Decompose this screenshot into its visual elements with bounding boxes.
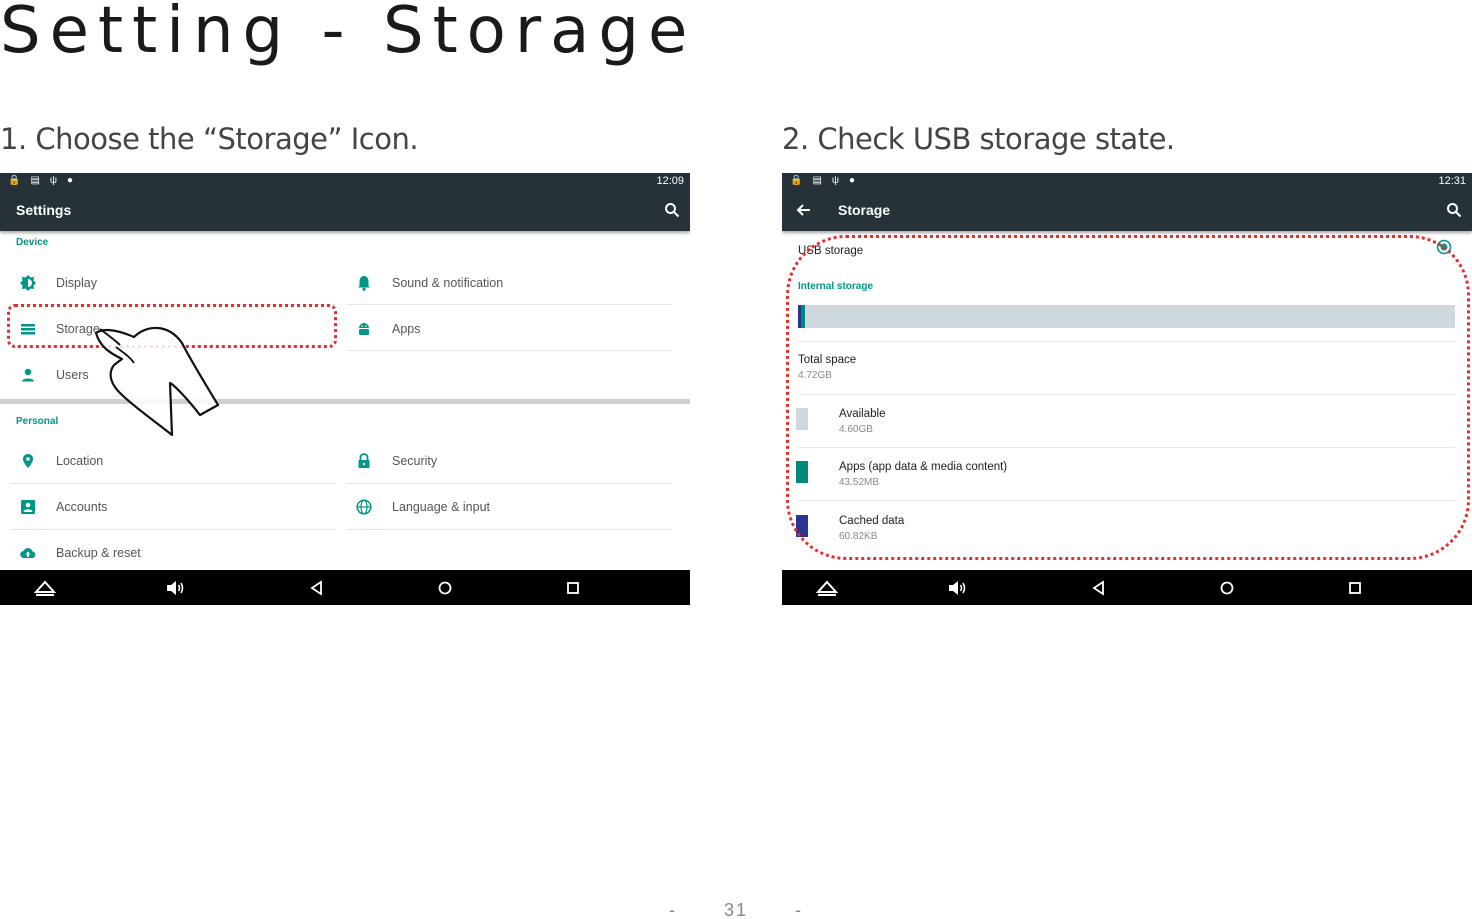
nav-bar bbox=[782, 570, 1472, 605]
usb-icon: ψ bbox=[831, 175, 840, 186]
settings-item-label: Language & input bbox=[392, 500, 491, 514]
page-number-footer: - 31 - bbox=[0, 900, 1472, 919]
account-box-icon bbox=[21, 500, 35, 514]
settings-item-label: Sound & notification bbox=[392, 276, 504, 290]
app-title: Settings bbox=[16, 202, 72, 218]
settings-item-accounts[interactable]: Accounts bbox=[10, 483, 336, 529]
lock-icon: 🔒 bbox=[8, 175, 21, 186]
settings-item-label: Security bbox=[392, 454, 438, 468]
clock: 12:31 bbox=[1438, 175, 1466, 187]
step-2-caption: 2. Check USB storage state. bbox=[782, 122, 1175, 156]
settings-item-sound[interactable]: Sound & notification bbox=[346, 259, 672, 305]
home-icon[interactable] bbox=[1216, 578, 1238, 598]
page-number: 31 bbox=[723, 900, 749, 919]
settings-screenshot: 🔒 ▤ ψ ● 12:09 Settings Device Display So… bbox=[0, 173, 690, 605]
app-title: Storage bbox=[838, 202, 891, 218]
settings-item-language[interactable]: Language & input bbox=[346, 483, 672, 529]
settings-item-security[interactable]: Security bbox=[346, 437, 672, 483]
status-bar: 🔒 ▤ ψ ● 12:31 bbox=[782, 173, 1472, 191]
page-dash-right: - bbox=[795, 900, 804, 919]
settings-item-label: Location bbox=[56, 454, 104, 468]
search-icon[interactable] bbox=[1446, 202, 1462, 218]
sd-card-icon: ▤ bbox=[30, 175, 40, 186]
lock-icon: 🔒 bbox=[790, 175, 803, 186]
android-debug-icon: ● bbox=[67, 175, 74, 186]
volume-icon[interactable] bbox=[946, 578, 968, 598]
section-header-device: Device bbox=[16, 237, 49, 248]
back-icon[interactable] bbox=[306, 578, 328, 598]
usb-storage-highlight-box bbox=[786, 235, 1470, 560]
settings-item-label: Backup & reset bbox=[56, 546, 141, 560]
app-bar: Settings bbox=[0, 191, 690, 231]
person-icon bbox=[22, 368, 34, 382]
divider bbox=[346, 529, 672, 530]
settings-item-label: Accounts bbox=[56, 500, 108, 514]
settings-item-label: Apps bbox=[392, 322, 421, 336]
search-icon[interactable] bbox=[664, 202, 680, 218]
home-triangle-icon[interactable] bbox=[34, 578, 56, 598]
clock: 12:09 bbox=[656, 175, 684, 187]
divider bbox=[346, 350, 672, 351]
storage-screenshot: 🔒 ▤ ψ ● 12:31 Storage USB storage Intern… bbox=[782, 173, 1472, 605]
settings-item-label: Display bbox=[56, 276, 97, 290]
settings-item-location[interactable]: Location bbox=[10, 437, 336, 483]
lock-icon bbox=[358, 453, 370, 468]
location-pin-icon bbox=[23, 454, 33, 468]
usb-icon: ψ bbox=[49, 175, 58, 186]
hand-pointer-icon bbox=[94, 326, 220, 437]
settings-item-backup[interactable]: Backup & reset bbox=[10, 529, 336, 575]
status-bar: 🔒 ▤ ψ ● 12:09 bbox=[0, 173, 690, 191]
app-bar: Storage bbox=[782, 191, 1472, 231]
cloud-upload-icon bbox=[20, 548, 36, 559]
page-title: Setting - Storage bbox=[0, 0, 697, 68]
settings-item-display[interactable]: Display bbox=[10, 259, 336, 305]
step-1-caption: 1. Choose the “Storage” Icon. bbox=[0, 122, 419, 156]
settings-item-label: Users bbox=[56, 368, 89, 382]
globe-icon bbox=[356, 499, 372, 515]
recents-icon[interactable] bbox=[562, 578, 584, 598]
back-icon[interactable] bbox=[1088, 578, 1110, 598]
android-icon bbox=[359, 323, 369, 335]
bell-icon bbox=[358, 276, 370, 291]
page-dash-left: - bbox=[668, 900, 677, 919]
android-debug-icon: ● bbox=[849, 175, 856, 186]
sd-card-icon: ▤ bbox=[812, 175, 822, 186]
settings-item-apps[interactable]: Apps bbox=[346, 305, 672, 351]
back-arrow-icon[interactable] bbox=[796, 202, 812, 218]
section-header-personal: Personal bbox=[16, 416, 59, 427]
nav-bar bbox=[0, 570, 690, 605]
volume-icon[interactable] bbox=[164, 578, 186, 598]
home-icon[interactable] bbox=[434, 578, 456, 598]
recents-icon[interactable] bbox=[1344, 578, 1366, 598]
home-triangle-icon[interactable] bbox=[816, 578, 838, 598]
brightness-icon bbox=[20, 275, 36, 291]
